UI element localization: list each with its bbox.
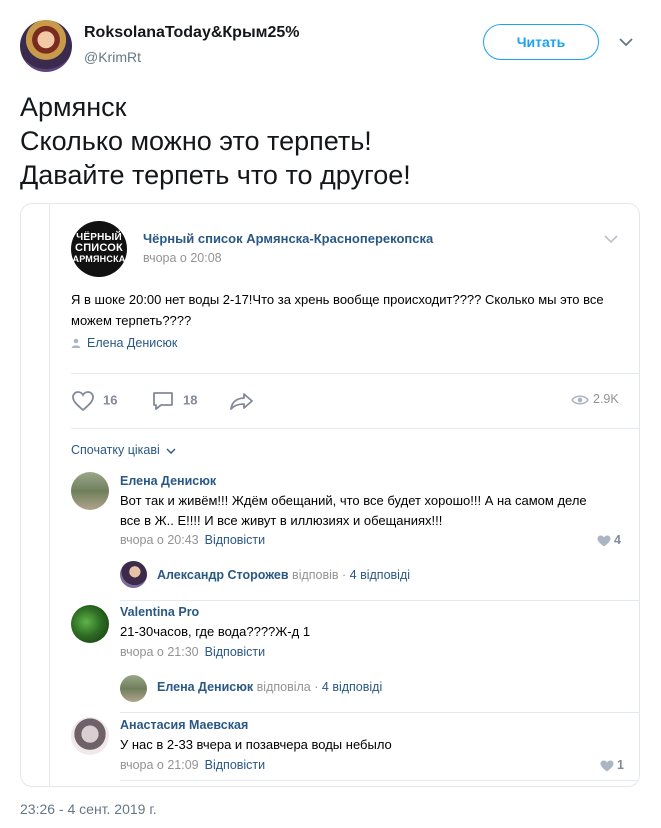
tweet-header: RoksolanaToday&Крым25% @KrimRt Читать	[20, 16, 641, 74]
divider	[120, 600, 639, 601]
comment-like-button[interactable]: 1	[600, 758, 624, 772]
comment-author[interactable]: Анастасия Маевская	[120, 718, 248, 732]
comment-time[interactable]: вчора о 21:30	[120, 645, 199, 659]
thread-count: 4 відповіді	[349, 568, 411, 582]
group-logo-line: АРМЯНСКА	[72, 254, 126, 264]
thread-verb: відповіла	[256, 680, 311, 694]
comment-text: 21-30часов, где вода????Ж-д 1	[120, 624, 311, 639]
comment-time[interactable]: вчора о 21:09	[120, 758, 199, 772]
heart-icon	[600, 760, 614, 772]
group-avatar[interactable]: ЧЁРНЫЙ СПИСОК АРМЯНСКА	[71, 221, 127, 277]
comment-like-count: 4	[614, 533, 621, 547]
comment-text: Вот так и живём!!! Ждём обещаний, что вс…	[120, 493, 587, 528]
comment-meta: вчора о 21:09 Відповісти	[120, 758, 265, 772]
comment-author[interactable]: Елена Денисюк	[120, 474, 216, 488]
heart-icon	[597, 535, 611, 547]
divider	[120, 780, 639, 781]
comment-count: 18	[183, 392, 198, 408]
embedded-image[interactable]: ЧЁРНЫЙ СПИСОК АРМЯНСКА Чёрный список Арм…	[20, 203, 640, 787]
tweet-handle[interactable]: @KrimRt	[84, 49, 141, 65]
person-icon	[71, 338, 81, 348]
vk-post-card: ЧЁРНЫЙ СПИСОК АРМЯНСКА Чёрный список Арм…	[49, 204, 639, 786]
avatar[interactable]	[71, 605, 109, 643]
replies-thread[interactable]: Елена Денисюк відповіла · 4 відповіді	[157, 680, 382, 694]
group-name[interactable]: Чёрный список Армянска-Красноперекопска	[143, 231, 433, 246]
tweet-timestamp[interactable]: 23:26 - 4 сент. 2019 г.	[20, 801, 157, 817]
avatar[interactable]	[120, 561, 147, 588]
tweet-text-line: Давайте терпеть что то другое!	[20, 160, 411, 190]
replies-thread[interactable]: Александр Сторожев відповів · 4 відповід…	[157, 568, 410, 582]
comment-sort-dropdown[interactable]: Спочатку цікаві	[71, 443, 176, 457]
chevron-down-icon[interactable]	[604, 234, 618, 244]
tweet-display-name[interactable]: RoksolanaToday&Крым25%	[84, 24, 299, 42]
tweet-avatar[interactable]	[20, 20, 72, 72]
avatar[interactable]	[120, 675, 147, 702]
avatar[interactable]	[71, 717, 109, 755]
thread-author: Александр Сторожев	[157, 568, 289, 582]
post-text: Я в шоке 20:00 нет воды 2-17!Что за хрен…	[71, 292, 604, 328]
comment-author[interactable]: Valentina Pro	[120, 605, 199, 619]
divider	[71, 428, 639, 429]
tweet-text-line: Сколько можно это терпеть!	[20, 126, 372, 156]
like-button[interactable]: 16	[71, 390, 117, 412]
tweet-text: Армянск Сколько можно это терпеть! Давай…	[20, 90, 640, 192]
comment-like-count: 1	[617, 758, 624, 772]
group-logo-line: СПИСОК	[75, 242, 123, 254]
comment-button[interactable]: 18	[151, 390, 197, 412]
comment-meta: вчора о 20:43 Відповісти	[120, 533, 265, 547]
sort-label: Спочатку цікаві	[71, 443, 160, 457]
reply-link[interactable]: Відповісти	[205, 758, 266, 772]
thread-verb: відповів	[292, 568, 339, 582]
comment-meta: вчора о 21:30 Відповісти	[120, 645, 265, 659]
comment-icon	[153, 392, 173, 410]
post-author[interactable]: Елена Денисюк	[71, 336, 177, 350]
avatar[interactable]	[71, 472, 109, 510]
heart-icon	[72, 391, 94, 412]
divider	[71, 373, 639, 374]
like-count: 16	[103, 392, 118, 408]
comment-time[interactable]: вчора о 20:43	[120, 533, 199, 547]
thread-count: 4 відповіді	[321, 680, 383, 694]
comment-text: У нас в 2-33 вчера и позавчера воды небы…	[120, 737, 392, 752]
tweet-text-line: Армянск	[20, 92, 127, 122]
divider	[120, 712, 639, 713]
share-button[interactable]	[229, 390, 263, 412]
reply-link[interactable]: Відповісти	[205, 645, 266, 659]
chevron-down-icon[interactable]	[618, 36, 634, 48]
post-author-name: Елена Денисюк	[87, 336, 178, 350]
follow-button[interactable]: Читать	[483, 24, 599, 60]
post-time[interactable]: вчора о 20:08	[143, 251, 222, 265]
share-icon	[230, 393, 253, 410]
chevron-down-icon	[166, 448, 176, 454]
thread-author: Елена Денисюк	[157, 680, 254, 694]
reply-link[interactable]: Відповісти	[205, 533, 266, 547]
views-count: 2.9K	[593, 392, 619, 406]
eye-icon	[571, 395, 589, 405]
views-counter: 2.9K	[571, 392, 619, 406]
comment-like-button[interactable]: 4	[597, 533, 621, 547]
